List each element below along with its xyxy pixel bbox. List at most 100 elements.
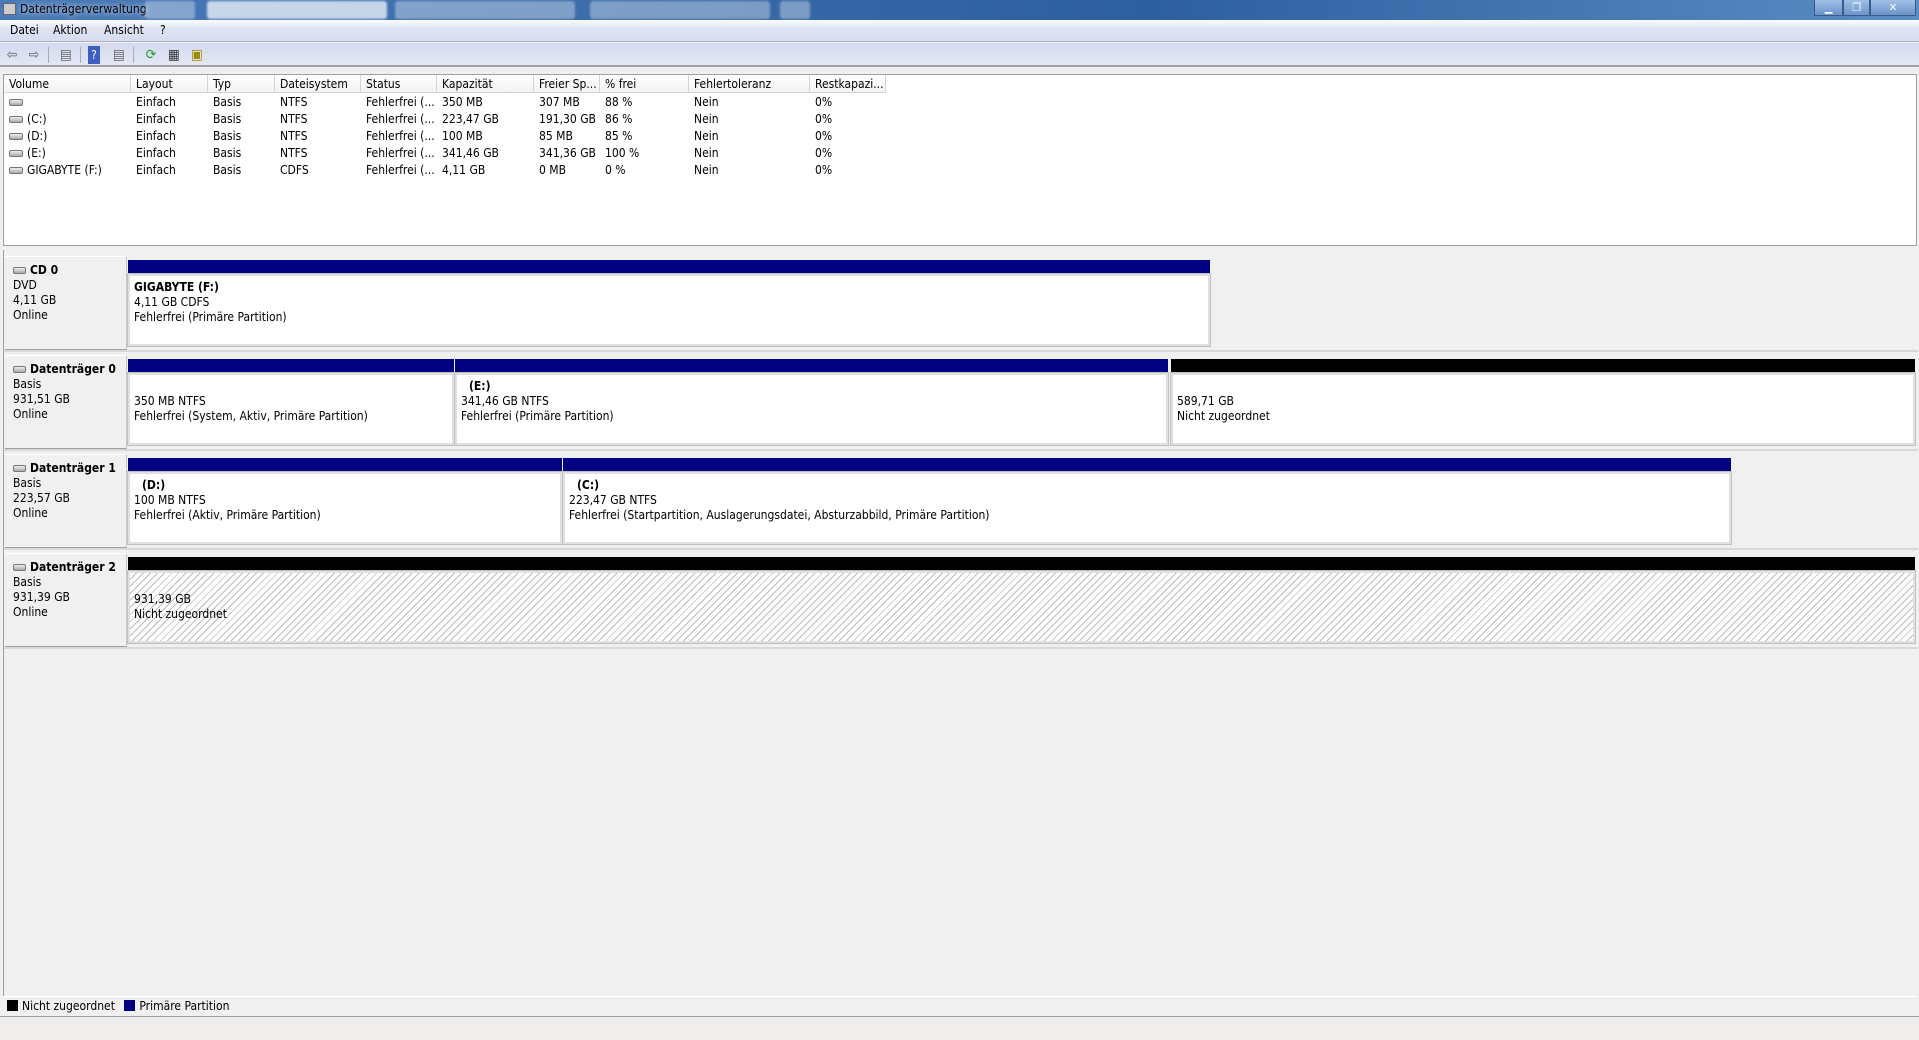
partition-box: (E:) 341,46 GB NTFS Fehlerfrei (Primäre … [454, 372, 1169, 446]
partition-title: GIGABYTE (F:) [134, 280, 219, 294]
cell-text: 4,11 GB [442, 163, 486, 177]
partition[interactable]: (C:) 223,47 GB NTFS Fehlerfrei (Startpar… [562, 458, 1732, 546]
rescan-disks-icon[interactable]: ▣ [188, 46, 206, 64]
table-cell: Basis [208, 128, 275, 145]
column-header[interactable]: Fehlertoleranz [689, 75, 810, 93]
partition-bar [128, 458, 562, 472]
column-header[interactable]: Typ [208, 75, 275, 93]
table-cell: Fehlerfrei (... [361, 162, 437, 179]
table-cell [4, 94, 131, 111]
table-cell: Basis [208, 111, 275, 128]
cell-text: 0% [815, 163, 833, 177]
partition[interactable]: 589,71 GB Nicht zugeordnet [1170, 359, 1916, 447]
partition-bar [455, 359, 1168, 373]
cell-text: Einfach [136, 163, 176, 177]
table-cell: Basis [208, 145, 275, 162]
partition-status: Nicht zugeordnet [134, 607, 227, 621]
taskbar-tab[interactable] [780, 1, 810, 19]
column-header[interactable]: Freier Sp... [534, 75, 600, 93]
taskbar-tab[interactable] [395, 1, 575, 19]
table-cell: NTFS [275, 145, 361, 162]
table-row[interactable]: (D:) Einfach Basis NTFS Fehlerfrei (... 100 M… [4, 128, 1004, 145]
toolbar-separator [80, 47, 81, 63]
legend-label: Nicht zugeordnet [22, 999, 115, 1013]
table-row[interactable]: (E:) Einfach Basis NTFS Fehlerfrei (... 341,4… [4, 145, 1004, 162]
menu-aktion[interactable]: Aktion [53, 23, 87, 37]
disk-label[interactable]: Datenträger 2 Basis 931,39 GB Online [5, 553, 127, 647]
cell-text: Nein [694, 146, 719, 160]
disk-name: CD 0 [30, 263, 59, 277]
show-hide-console-tree-icon[interactable]: ▤ [57, 46, 75, 64]
partition-bar [1171, 359, 1915, 373]
column-header[interactable]: Dateisystem [275, 75, 361, 93]
partition[interactable]: 931,39 GB Nicht zugeordnet [127, 557, 1916, 645]
table-cell: CDFS [275, 162, 361, 179]
partition-size: 100 MB NTFS [134, 493, 206, 507]
menu-ansicht[interactable]: Ansicht [104, 23, 144, 37]
taskbar-tab[interactable] [590, 1, 770, 19]
title-bar: Datenträgerverwaltung ▁ ❐ ✕ [0, 0, 1919, 20]
unallocated-swatch [7, 1000, 18, 1011]
table-cell: Fehlerfrei (... [361, 111, 437, 128]
table-row[interactable]: Einfach Basis NTFS Fehlerfrei (... 350 MB 307… [4, 94, 1004, 111]
disk-row: Datenträger 0 Basis 931,51 GB Online 350… [4, 355, 1918, 451]
restore-icon: ❐ [1852, 1, 1861, 14]
legend-item-primary: Primäre Partition [124, 999, 229, 1013]
taskbar-tab[interactable] [145, 1, 195, 19]
table-cell: NTFS [275, 111, 361, 128]
table-cell: (E:) [4, 145, 131, 162]
properties-icon[interactable]: ▦ [165, 46, 183, 64]
disk-label[interactable]: Datenträger 0 Basis 931,51 GB Online [5, 355, 127, 449]
column-header[interactable]: Layout [131, 75, 208, 93]
cell-text: Nein [694, 129, 719, 143]
column-header[interactable]: Kapazität [437, 75, 534, 93]
partition-bar [563, 458, 1731, 472]
table-cell: 0 MB [534, 162, 600, 179]
disk-name: Datenträger 1 [30, 461, 116, 475]
cell-text: NTFS [280, 112, 308, 126]
forward-icon[interactable]: ⇨ [25, 46, 43, 64]
disk-state: Online [13, 407, 48, 421]
partition-title: (E:) [469, 379, 491, 393]
disk-label[interactable]: CD 0 DVD 4,11 GB Online [5, 256, 127, 350]
table-cell: 86 % [600, 111, 689, 128]
back-icon[interactable]: ⇦ [3, 46, 21, 64]
volume-list: Volume Layout Typ Dateisystem Status Kapazitä… [3, 74, 1917, 246]
restore-button[interactable]: ❐ [1843, 0, 1870, 16]
menu-datei[interactable]: Datei [10, 23, 39, 37]
menu-help[interactable]: ? [160, 23, 166, 37]
minimize-button[interactable]: ▁ [1814, 0, 1843, 16]
taskbar-tab[interactable] [207, 1, 387, 19]
cell-text: Basis [213, 146, 242, 160]
partition-title: (C:) [577, 478, 600, 492]
refresh-icon[interactable]: ⟳ [142, 46, 160, 64]
toolbar-separator [48, 47, 49, 63]
partition[interactable]: 350 MB NTFS Fehlerfrei (System, Aktiv, P… [127, 359, 455, 447]
column-header[interactable]: % frei [600, 75, 689, 93]
partition[interactable]: (D:) 100 MB NTFS Fehlerfrei (Aktiv, Prim… [127, 458, 563, 546]
column-header[interactable]: Volume [4, 75, 131, 93]
table-row[interactable]: GIGABYTE (F:) Einfach Basis CDFS Fehlerfrei … [4, 162, 1004, 179]
show-hide-action-pane-icon[interactable]: ▤ [110, 46, 128, 64]
cell-text: Fehlerfrei (... [366, 146, 435, 160]
table-row[interactable]: (C:) Einfach Basis NTFS Fehlerfrei (... 223,4… [4, 111, 1004, 128]
column-header[interactable]: Restkapazi... [810, 75, 886, 93]
table-cell: Basis [208, 162, 275, 179]
cell-text: (D:) [27, 129, 48, 143]
partition[interactable]: (E:) 341,46 GB NTFS Fehlerfrei (Primäre … [454, 359, 1169, 447]
cell-text: 0% [815, 129, 833, 143]
cell-text: 85 MB [539, 129, 573, 143]
close-button[interactable]: ✕ [1870, 0, 1916, 16]
column-header[interactable]: Status [361, 75, 437, 93]
cell-text: (E:) [27, 146, 46, 160]
cell-text: Fehlerfrei (... [366, 95, 435, 109]
table-cell: Fehlerfrei (... [361, 94, 437, 111]
partition-box: 350 MB NTFS Fehlerfrei (System, Aktiv, P… [127, 372, 455, 446]
cell-text: NTFS [280, 146, 308, 160]
help-icon[interactable]: ? [88, 46, 100, 64]
table-cell: (C:) [4, 111, 131, 128]
partition[interactable]: GIGABYTE (F:) 4,11 GB CDFS Fehlerfrei (P… [127, 260, 1211, 348]
disk-label[interactable]: Datenträger 1 Basis 223,57 GB Online [5, 454, 127, 548]
disk-type: Basis [13, 377, 42, 391]
cd-drive-icon [13, 267, 26, 274]
